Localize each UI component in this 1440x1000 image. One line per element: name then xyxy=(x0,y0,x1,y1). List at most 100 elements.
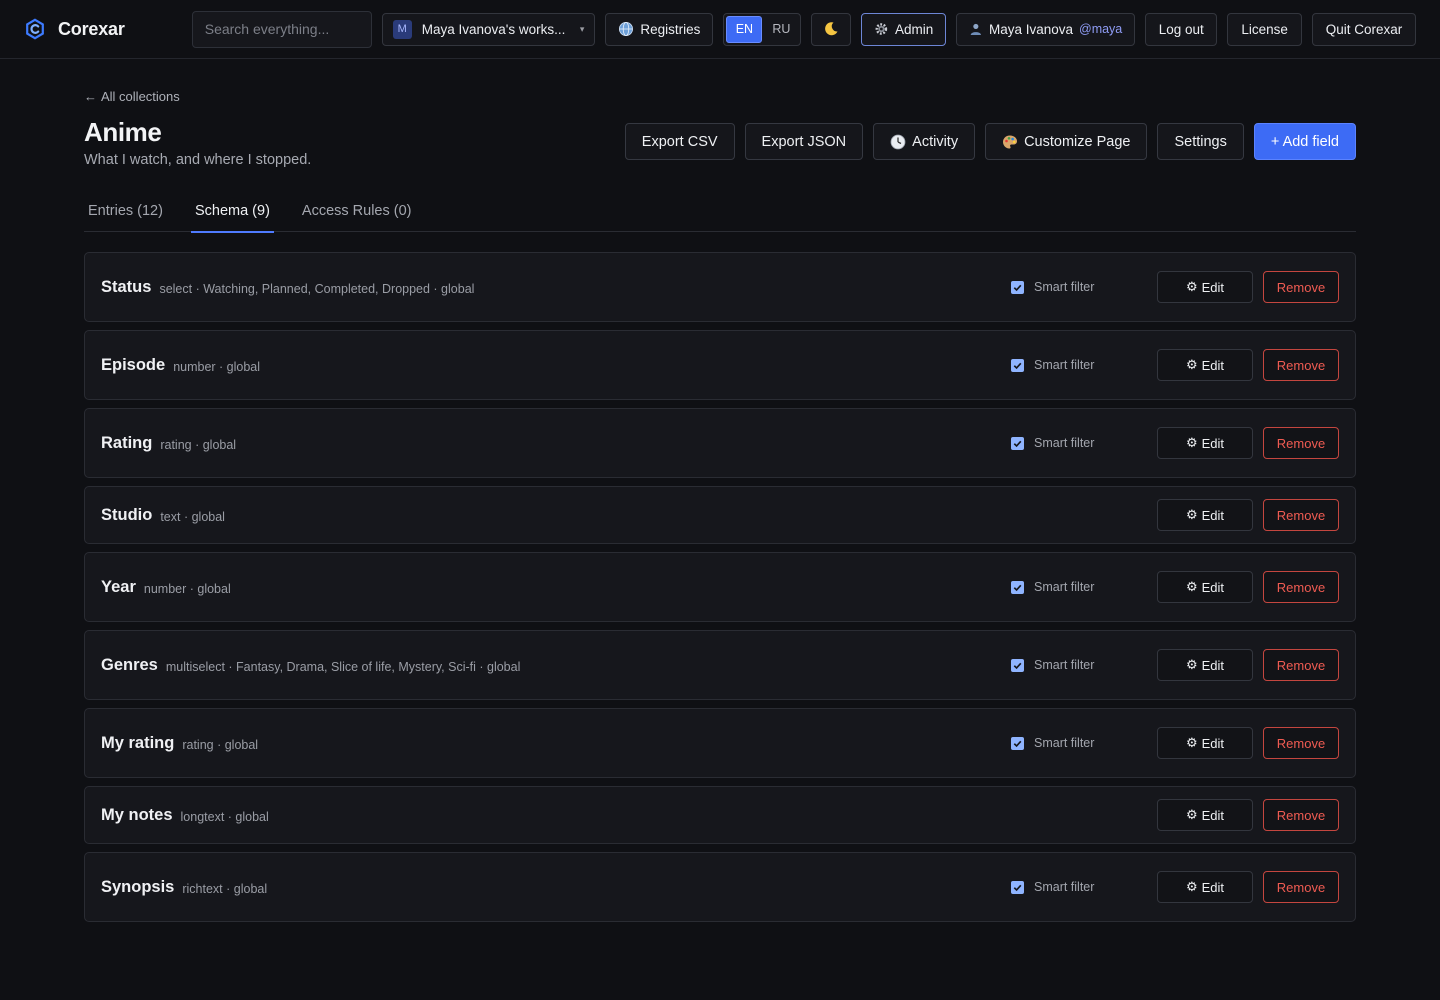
remove-field-button[interactable]: Remove xyxy=(1263,871,1339,903)
quit-button[interactable]: Quit Corexar xyxy=(1312,12,1416,46)
export-json-button[interactable]: Export JSON xyxy=(744,123,864,160)
back-link[interactable]: ← All collections xyxy=(84,89,180,104)
checkbox-checked-icon[interactable] xyxy=(1011,358,1024,372)
row-actions: ⚙ Edit Remove xyxy=(1157,427,1339,459)
smart-filter-label: Smart filter xyxy=(1034,436,1095,450)
tab-access-rules[interactable]: Access Rules (0) xyxy=(298,199,416,232)
smart-filter-toggle[interactable]: Smart filter xyxy=(1011,358,1094,372)
brand[interactable]: Corexar xyxy=(24,18,192,40)
export-csv-button[interactable]: Export CSV xyxy=(624,123,735,160)
smart-filter-toggle[interactable]: Smart filter xyxy=(1011,580,1094,594)
brand-logo-icon xyxy=(26,18,44,40)
search-input[interactable] xyxy=(191,10,372,48)
edit-field-button[interactable]: ⚙ Edit xyxy=(1157,499,1253,531)
caret-down-icon: ▾ xyxy=(579,23,585,34)
checkbox-checked-icon[interactable] xyxy=(1011,580,1024,594)
field-meta: rating · global xyxy=(160,437,237,452)
field-meta: richtext · global xyxy=(182,881,268,896)
user-name: Maya Ivanova xyxy=(988,21,1073,37)
field-name: Studio xyxy=(101,505,153,524)
schema-field-row: Episode number · global Smart filter ⚙ Ed… xyxy=(84,330,1356,400)
checkbox-checked-icon[interactable] xyxy=(1011,436,1024,450)
remove-field-button[interactable]: Remove xyxy=(1263,271,1339,303)
page-title: Anime xyxy=(84,117,162,147)
remove-field-button[interactable]: Remove xyxy=(1263,799,1339,831)
remove-field-button[interactable]: Remove xyxy=(1263,649,1339,681)
smart-filter-label: Smart filter xyxy=(1034,736,1095,750)
checkbox-checked-icon[interactable] xyxy=(1011,280,1024,294)
workspace-switcher[interactable]: M Maya Ivanova's works... ▾ xyxy=(381,12,596,46)
edit-field-button[interactable]: ⚙ Edit xyxy=(1157,349,1253,381)
gear-small-icon: ⚙ xyxy=(1185,807,1198,822)
edit-field-button[interactable]: ⚙ Edit xyxy=(1157,427,1253,459)
field-meta: rating · global xyxy=(182,737,259,752)
schema-field-row: My rating rating · global Smart filter ⚙… xyxy=(84,708,1356,778)
license-button[interactable]: License xyxy=(1227,12,1303,46)
smart-filter-toggle[interactable]: Smart filter xyxy=(1011,658,1094,672)
remove-field-button[interactable]: Remove xyxy=(1263,427,1339,459)
customize-page-label: Customize Page xyxy=(1024,133,1131,150)
field-name: Genres xyxy=(101,655,158,674)
remove-field-button[interactable]: Remove xyxy=(1263,349,1339,381)
edit-label: Edit xyxy=(1201,507,1225,523)
smart-filter-toggle[interactable]: Smart filter xyxy=(1011,436,1094,450)
field-name: Year xyxy=(101,577,136,596)
remove-field-button[interactable]: Remove xyxy=(1263,499,1339,531)
field-meta: number · global xyxy=(143,581,231,596)
field-name: Rating xyxy=(101,433,153,452)
gear-small-icon: ⚙ xyxy=(1185,879,1198,894)
field-name: Synopsis xyxy=(101,877,175,896)
settings-button[interactable]: Settings xyxy=(1157,123,1244,160)
edit-field-button[interactable]: ⚙ Edit xyxy=(1157,871,1253,903)
edit-label: Edit xyxy=(1201,435,1225,451)
remove-field-button[interactable]: Remove xyxy=(1263,727,1339,759)
row-actions: ⚙ Edit Remove xyxy=(1157,499,1339,531)
lang-en-button[interactable]: EN xyxy=(726,15,763,43)
lang-ru-button[interactable]: RU xyxy=(764,16,798,43)
user-menu-button[interactable]: Maya Ivanova @maya xyxy=(956,12,1136,46)
user-handle: @maya xyxy=(1079,22,1123,36)
gear-small-icon: ⚙ xyxy=(1185,435,1198,450)
field-name: My notes xyxy=(101,805,173,824)
edit-label: Edit xyxy=(1201,357,1225,373)
smart-filter-toggle[interactable]: Smart filter xyxy=(1011,880,1094,894)
admin-button[interactable]: Admin xyxy=(861,12,947,46)
activity-button[interactable]: Activity xyxy=(873,123,976,160)
theme-toggle-button[interactable] xyxy=(811,12,852,46)
edit-field-button[interactable]: ⚙ Edit xyxy=(1157,271,1253,303)
checkbox-checked-icon[interactable] xyxy=(1011,658,1024,672)
field-name: Episode xyxy=(101,355,166,374)
user-icon xyxy=(970,23,982,35)
edit-label: Edit xyxy=(1201,807,1225,823)
tab-schema[interactable]: Schema (9) xyxy=(190,199,274,233)
logout-button[interactable]: Log out xyxy=(1145,12,1218,46)
field-meta: longtext · global xyxy=(180,809,269,824)
field-name: Status xyxy=(101,277,152,296)
edit-field-button[interactable]: ⚙ Edit xyxy=(1157,571,1253,603)
smart-filter-label: Smart filter xyxy=(1034,580,1095,594)
edit-field-button[interactable]: ⚙ Edit xyxy=(1157,649,1253,681)
page-actions: Export CSV Export JSON Activity Customiz… xyxy=(624,123,1356,160)
edit-field-button[interactable]: ⚙ Edit xyxy=(1157,799,1253,831)
brand-name: Corexar xyxy=(58,18,125,39)
smart-filter-toggle[interactable]: Smart filter xyxy=(1011,280,1094,294)
smart-filter-toggle[interactable]: Smart filter xyxy=(1011,736,1094,750)
smart-filter-label: Smart filter xyxy=(1034,658,1095,672)
edit-label: Edit xyxy=(1201,657,1225,673)
edit-field-button[interactable]: ⚙ Edit xyxy=(1157,727,1253,759)
remove-field-button[interactable]: Remove xyxy=(1263,571,1339,603)
row-actions: ⚙ Edit Remove xyxy=(1157,571,1339,603)
checkbox-checked-icon[interactable] xyxy=(1011,880,1024,894)
add-field-button[interactable]: + Add field xyxy=(1253,123,1356,160)
schema-field-row: Synopsis richtext · global Smart filter … xyxy=(84,852,1356,922)
moon-icon xyxy=(825,22,838,36)
edit-label: Edit xyxy=(1201,579,1225,595)
gear-small-icon: ⚙ xyxy=(1185,507,1198,522)
customize-page-button[interactable]: Customize Page xyxy=(985,123,1148,160)
registries-button[interactable]: Registries xyxy=(605,12,714,46)
row-actions: ⚙ Edit Remove xyxy=(1157,349,1339,381)
admin-label: Admin xyxy=(895,21,934,37)
tab-entries[interactable]: Entries (12) xyxy=(84,199,167,232)
checkbox-checked-icon[interactable] xyxy=(1011,736,1024,750)
schema-field-row: Studio text · global ⚙ Edit Remove xyxy=(84,486,1356,544)
